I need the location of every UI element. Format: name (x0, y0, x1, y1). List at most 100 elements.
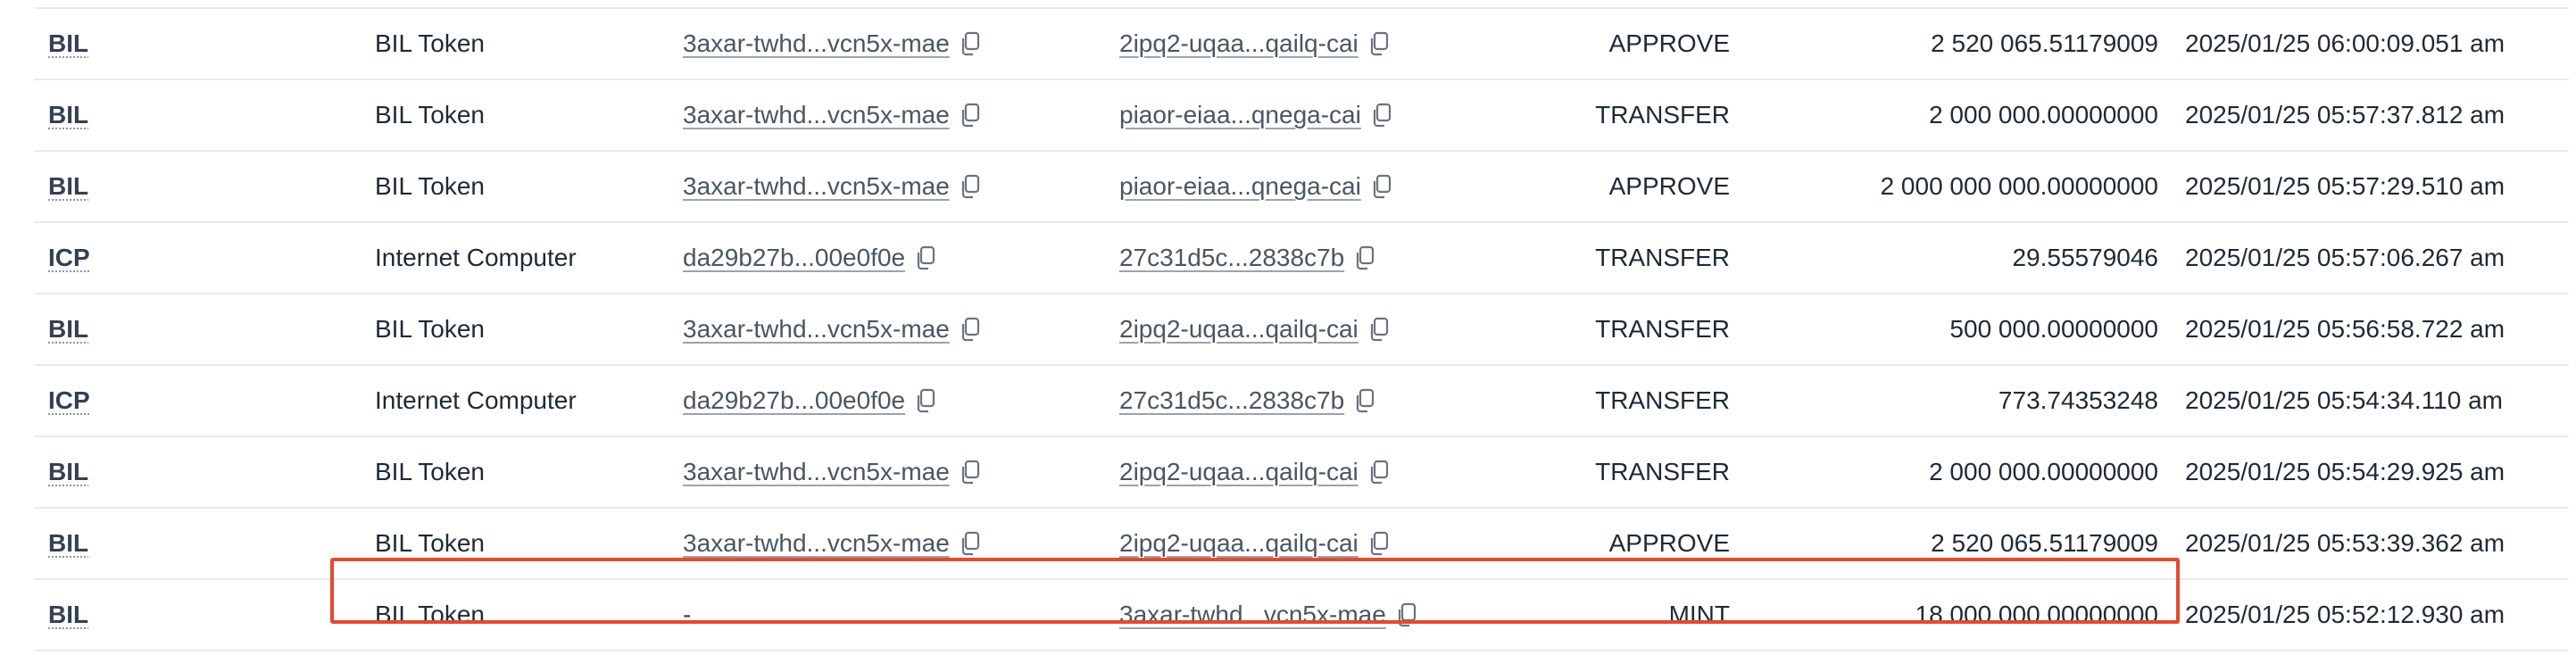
transaction-type: TRANSFER (1595, 244, 1730, 271)
from-cell: 3axar-twhd...vcn5x-mae (683, 437, 980, 507)
table-row: BIL BIL Token 3axar-twhd...vcn5x-mae 2ipq2-… (34, 437, 2569, 509)
timestamp: 2025/01/25 05:56:58.722 am (2185, 315, 2505, 343)
token-name: BIL Token (375, 315, 485, 343)
copy-icon[interactable] (1369, 460, 1389, 485)
amount: 773.74353248 (1998, 386, 2158, 414)
from-address-link[interactable]: 3axar-twhd...vcn5x-mae (683, 529, 950, 558)
copy-icon[interactable] (1369, 531, 1389, 556)
token-symbol-link[interactable]: BIL (48, 458, 88, 486)
token-symbol-link[interactable]: ICP (48, 244, 90, 272)
to-address-link[interactable]: 27c31d5c...2838c7b (1119, 244, 1344, 272)
to-address-link[interactable]: 3axar-twhd...vcn5x-mae (1119, 601, 1386, 629)
token-symbol-link[interactable]: BIL (48, 172, 88, 201)
symbol-cell: BIL (48, 80, 88, 150)
to-address-link[interactable]: piaor-eiaa...qnega-cai (1119, 172, 1361, 201)
table-row: BIL BIL Token 3axar-twhd...vcn5x-mae 2ipq2-… (34, 7, 2569, 80)
symbol-cell: BIL (48, 152, 88, 221)
transaction-type: APPROVE (1608, 172, 1730, 200)
timestamp: 2025/01/25 05:57:29.510 am (2185, 172, 2505, 200)
amount: 29.55579046 (2012, 244, 2158, 271)
amount: 2 000 000 000.00000000 (1880, 172, 2158, 200)
table-row: BIL BIL Token 3axar-twhd...vcn5x-mae 2ipq2-… (34, 509, 2569, 580)
from-address-link[interactable]: 3axar-twhd...vcn5x-mae (683, 172, 950, 201)
from-cell: da29b27b...00e0f0e (683, 366, 935, 435)
copy-icon[interactable] (1372, 103, 1392, 128)
from-cell: 3axar-twhd...vcn5x-mae (683, 294, 980, 364)
copy-icon[interactable] (916, 245, 935, 270)
copy-icon[interactable] (1369, 31, 1389, 56)
symbol-cell: BIL (48, 580, 88, 650)
amount: 18 000 000.00000000 (1915, 601, 2159, 628)
to-cell: 2ipq2-uqaa...qailq-cai (1119, 9, 1389, 79)
token-symbol-link[interactable]: ICP (48, 386, 90, 415)
to-cell: 3axar-twhd...vcn5x-mae (1119, 580, 1417, 650)
table-row: ICP Internet Computer da29b27b...00e0f0e 27… (34, 366, 2569, 437)
timestamp: 2025/01/25 05:57:06.267 am (2185, 244, 2505, 271)
to-address-link[interactable]: 2ipq2-uqaa...qailq-cai (1119, 458, 1359, 486)
copy-icon[interactable] (1355, 245, 1375, 270)
timestamp: 2025/01/25 05:54:34.110 am (2185, 386, 2504, 414)
token-name: BIL Token (375, 101, 485, 129)
timestamp: 2025/01/25 05:52:12.930 am (2185, 601, 2505, 628)
to-address-link[interactable]: piaor-eiaa...qnega-cai (1119, 101, 1361, 129)
token-name: BIL Token (375, 172, 485, 200)
symbol-cell: BIL (48, 294, 88, 364)
to-cell: piaor-eiaa...qnega-cai (1119, 152, 1392, 221)
timestamp: 2025/01/25 05:54:29.925 am (2185, 458, 2505, 485)
timestamp: 2025/01/25 06:00:09.051 am (2185, 29, 2505, 57)
symbol-cell: BIL (48, 437, 88, 507)
amount: 2 520 065.51179009 (1931, 29, 2158, 57)
table-row: BIL BIL Token 3axar-twhd...vcn5x-mae 2ipq2-… (34, 294, 2569, 366)
transactions-table: BIL BIL Token 3axar-twhd...vcn5x-mae 2ipq2-… (34, 7, 2569, 651)
token-name: BIL Token (375, 601, 485, 628)
copy-icon[interactable] (1397, 602, 1417, 627)
copy-icon[interactable] (1372, 174, 1392, 199)
symbol-cell: ICP (48, 366, 90, 435)
token-symbol-link[interactable]: BIL (48, 601, 88, 629)
token-name: Internet Computer (375, 386, 577, 414)
copy-icon[interactable] (960, 531, 980, 556)
token-symbol-link[interactable]: BIL (48, 315, 88, 344)
to-address-link[interactable]: 2ipq2-uqaa...qailq-cai (1119, 315, 1359, 344)
to-cell: 2ipq2-uqaa...qailq-cai (1119, 437, 1389, 507)
transaction-type: TRANSFER (1595, 458, 1730, 485)
copy-icon[interactable] (1355, 388, 1375, 413)
copy-icon[interactable] (960, 103, 980, 128)
from-address-link[interactable]: da29b27b...00e0f0e (683, 244, 905, 272)
copy-icon[interactable] (1369, 317, 1389, 342)
transaction-type: APPROVE (1608, 529, 1730, 557)
token-symbol-link[interactable]: BIL (48, 529, 88, 558)
copy-icon[interactable] (916, 388, 935, 413)
to-address-link[interactable]: 27c31d5c...2838c7b (1119, 386, 1344, 415)
from-address-link[interactable]: da29b27b...00e0f0e (683, 386, 905, 415)
from-address-link[interactable]: 3axar-twhd...vcn5x-mae (683, 101, 950, 129)
transaction-type: TRANSFER (1595, 386, 1730, 414)
to-cell: 27c31d5c...2838c7b (1119, 223, 1375, 293)
symbol-cell: ICP (48, 223, 90, 293)
token-symbol-link[interactable]: BIL (48, 101, 88, 129)
amount: 2 000 000.00000000 (1929, 458, 2158, 485)
transaction-type: TRANSFER (1595, 315, 1730, 343)
to-address-link[interactable]: 2ipq2-uqaa...qailq-cai (1119, 29, 1359, 58)
from-cell: 3axar-twhd...vcn5x-mae (683, 509, 980, 578)
copy-icon[interactable] (960, 31, 980, 56)
copy-icon[interactable] (960, 460, 980, 485)
from-cell: 3axar-twhd...vcn5x-mae (683, 9, 980, 79)
from-cell: 3axar-twhd...vcn5x-mae (683, 152, 980, 221)
token-name: Internet Computer (375, 244, 577, 271)
to-cell: 2ipq2-uqaa...qailq-cai (1119, 294, 1389, 364)
table-row: BIL BIL Token - 3axar-twhd...vcn5x-mae MINT 1… (34, 580, 2569, 651)
copy-icon[interactable] (960, 174, 980, 199)
token-name: BIL Token (375, 529, 485, 557)
from-address-link[interactable]: 3axar-twhd...vcn5x-mae (683, 458, 950, 486)
transaction-type: APPROVE (1608, 29, 1730, 57)
to-cell: 2ipq2-uqaa...qailq-cai (1119, 509, 1389, 578)
token-symbol-link[interactable]: BIL (48, 29, 88, 58)
table-row: ICP Internet Computer da29b27b...00e0f0e 27… (34, 223, 2569, 294)
amount: 2 520 065.51179009 (1931, 529, 2158, 557)
table-row: BIL BIL Token 3axar-twhd...vcn5x-mae piaor-… (34, 152, 2569, 223)
from-address-link[interactable]: 3axar-twhd...vcn5x-mae (683, 29, 950, 58)
copy-icon[interactable] (960, 317, 980, 342)
from-address-link[interactable]: 3axar-twhd...vcn5x-mae (683, 315, 950, 344)
to-address-link[interactable]: 2ipq2-uqaa...qailq-cai (1119, 529, 1359, 558)
